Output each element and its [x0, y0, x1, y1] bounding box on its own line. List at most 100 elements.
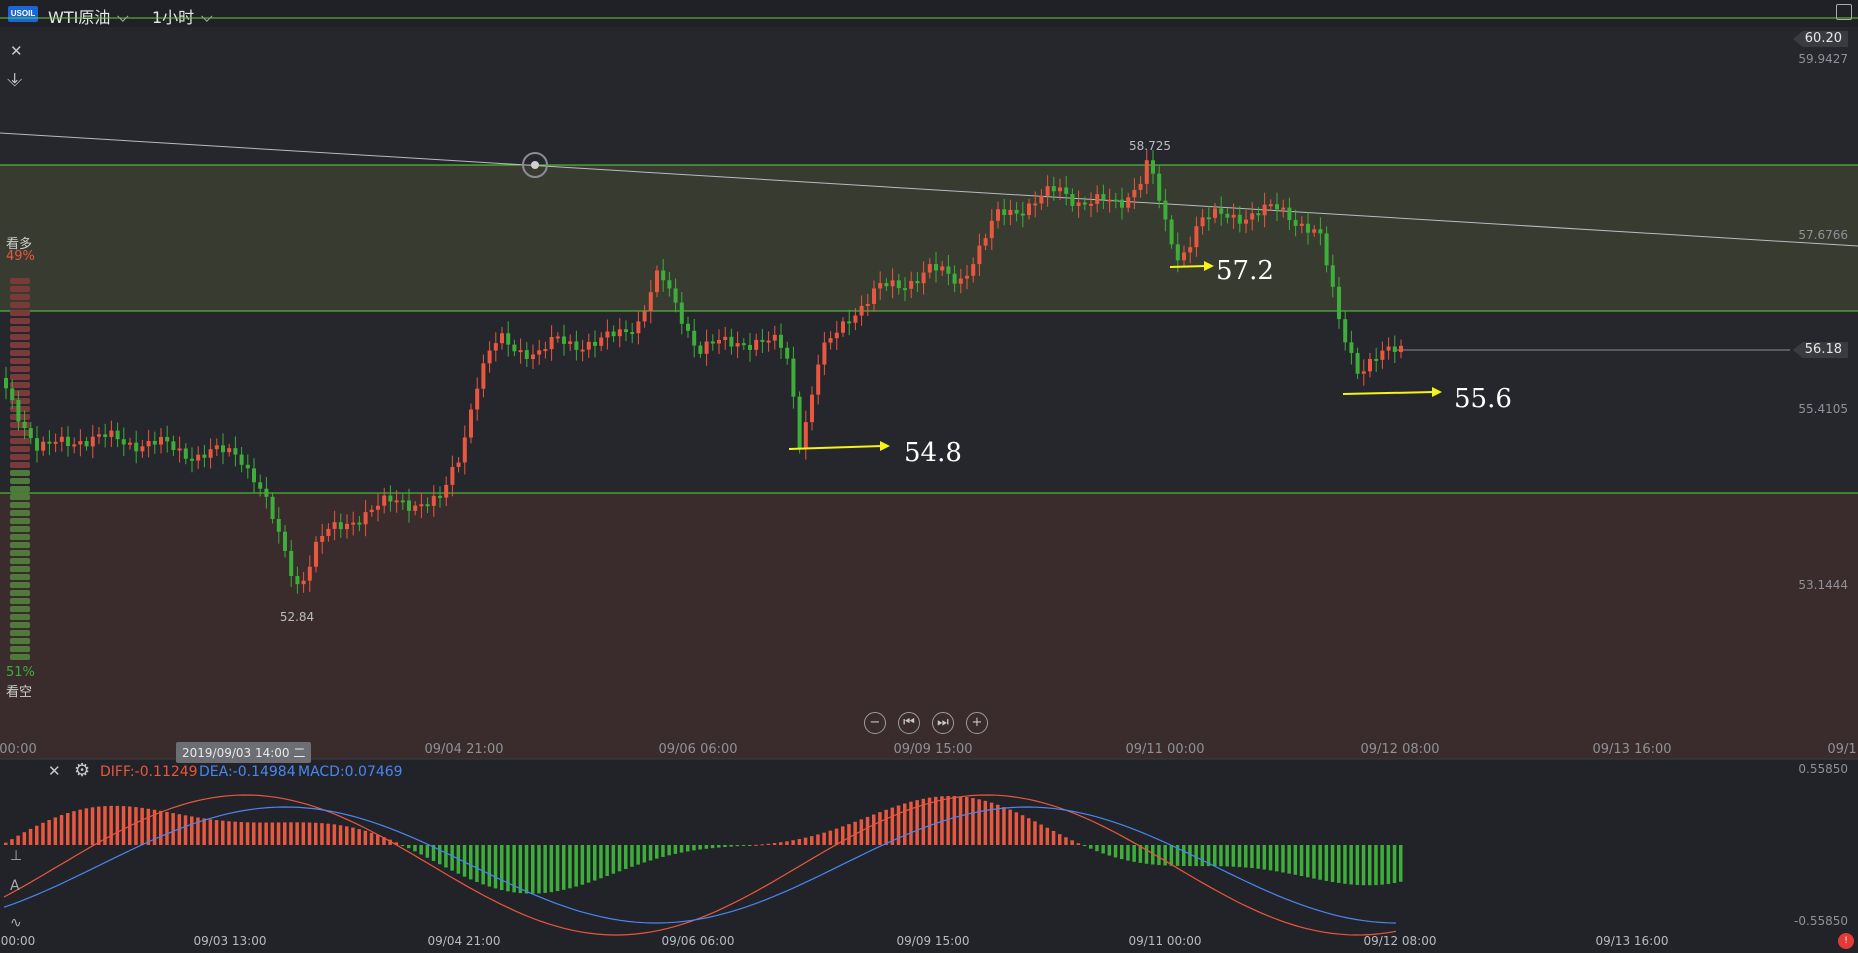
macd-histogram-bar: [1194, 845, 1198, 867]
candle: [1337, 286, 1341, 320]
macd-histogram-bar: [717, 845, 721, 848]
close-icon[interactable]: ✕: [10, 42, 23, 60]
candle: [1008, 209, 1013, 216]
pulse-icon[interactable]: ∿: [10, 915, 22, 931]
zoom-out-icon[interactable]: −: [864, 712, 886, 734]
candle: [493, 343, 498, 351]
candle: [989, 220, 994, 239]
drawing-tool-icon[interactable]: A: [10, 878, 20, 894]
gauge-segment: [10, 374, 30, 380]
candle: [10, 388, 15, 400]
macd-histogram-bar: [227, 821, 231, 845]
candle: [16, 399, 21, 422]
macd-histogram-bar: [10, 839, 14, 845]
candle: [1051, 186, 1056, 192]
candle: [1299, 223, 1304, 226]
notification-badge[interactable]: !: [1838, 933, 1854, 949]
candle: [1361, 371, 1366, 374]
step-forward-icon[interactable]: ⏭: [932, 712, 954, 734]
candle: [1244, 219, 1248, 224]
candle: [84, 441, 89, 447]
macd-histogram-bar: [233, 821, 237, 845]
indicator-tool-icon[interactable]: ⊥: [10, 848, 22, 864]
candle: [1082, 202, 1087, 205]
macd-histogram-bar: [332, 824, 337, 845]
bear-label: 看空: [6, 685, 33, 700]
candle: [134, 442, 139, 452]
candle: [252, 468, 256, 483]
price-chart[interactable]: [0, 0, 1858, 953]
candle: [500, 333, 504, 344]
macd-histogram-bar: [115, 805, 120, 845]
gauge-segment: [10, 294, 30, 300]
candle: [419, 504, 424, 507]
macd-histogram-bar: [1318, 845, 1322, 880]
macd-histogram-bar: [4, 842, 8, 845]
macd-histogram-bar: [1113, 845, 1118, 858]
macd-histogram-bar: [16, 835, 20, 845]
macd-histogram-bar: [221, 820, 225, 845]
candle: [568, 341, 573, 344]
candle: [586, 341, 591, 350]
candle: [617, 329, 622, 337]
candle: [152, 440, 157, 445]
macd-histogram-bar: [568, 845, 572, 889]
candle: [518, 350, 523, 353]
candle: [785, 347, 790, 359]
macd-histogram-bar: [425, 845, 430, 858]
macd-histogram-bar: [1337, 845, 1341, 883]
macd-histogram-bar: [642, 845, 647, 863]
macd-histogram-bar: [78, 809, 82, 845]
macd-histogram-bar: [41, 822, 45, 845]
macd-histogram-bar: [183, 815, 188, 845]
candle: [1064, 187, 1069, 194]
macd-histogram-bar: [1343, 845, 1347, 884]
candle: [258, 482, 263, 489]
macd-histogram-bar: [84, 808, 89, 845]
candle: [1206, 217, 1211, 220]
gear-icon[interactable]: ⚙: [74, 760, 90, 781]
candle: [66, 436, 70, 447]
gauge-segment: [10, 510, 30, 516]
close-icon[interactable]: ✕: [48, 762, 61, 780]
candle: [1324, 233, 1329, 266]
candle: [934, 264, 938, 271]
gauge-segment: [10, 502, 30, 508]
macd-histogram-bar: [927, 797, 932, 845]
x-tick: 09/1: [1827, 742, 1857, 757]
macd-histogram-bar: [673, 845, 678, 854]
candle: [828, 338, 833, 343]
candle: [996, 209, 1000, 221]
macd-histogram-bar: [1244, 845, 1248, 868]
step-back-icon[interactable]: ⏮: [898, 712, 920, 734]
candle: [965, 275, 969, 279]
gauge-segment: [10, 366, 30, 372]
macd-histogram-bar: [537, 845, 541, 894]
macd-histogram-bar: [648, 845, 653, 861]
candle: [1368, 358, 1372, 372]
candle: [679, 302, 684, 324]
candle: [146, 440, 151, 447]
x-tick: 00:00: [0, 934, 36, 948]
zoom-in-icon[interactable]: +: [966, 712, 988, 734]
candle: [1262, 204, 1267, 216]
candle: [506, 333, 511, 345]
macd-histogram-bar: [326, 823, 330, 845]
macd-histogram-bar: [140, 807, 144, 845]
macd-histogram-bar: [1386, 845, 1391, 884]
macd-histogram-bar: [617, 845, 622, 872]
candle: [797, 396, 802, 449]
candle: [28, 428, 33, 439]
gauge-segment: [10, 326, 30, 332]
macd-histogram-bar: [797, 839, 802, 845]
candle: [239, 454, 244, 465]
candle: [438, 495, 442, 498]
gauge-segment: [10, 334, 30, 340]
candle: [710, 341, 715, 344]
macd-histogram-bar: [605, 845, 609, 877]
macd-histogram-bar: [1051, 830, 1056, 845]
gauge-segment: [10, 286, 30, 292]
macd-histogram-bar: [190, 816, 194, 845]
arrow-57-2: [1169, 265, 1207, 268]
candle: [295, 576, 300, 585]
